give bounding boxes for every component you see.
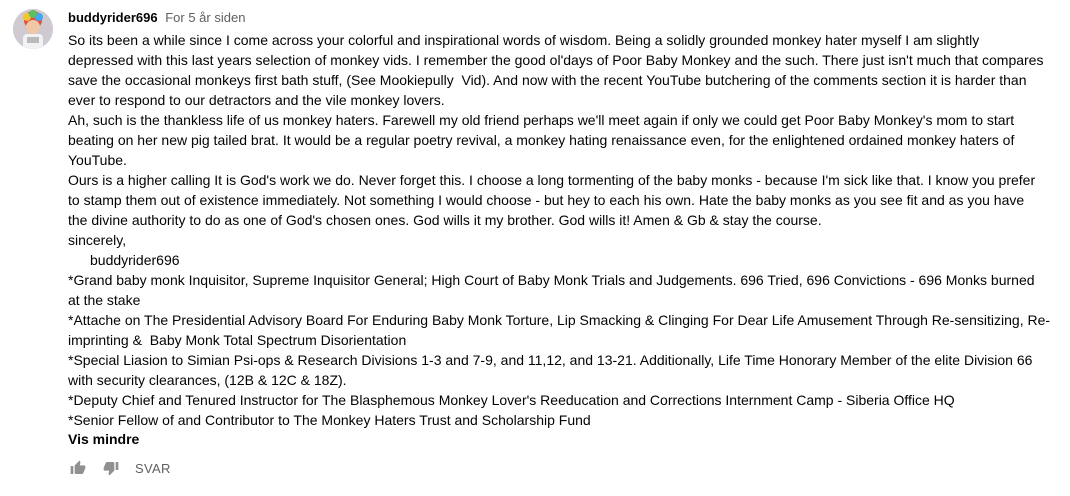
comment-body-line: depressed with this last years selection… <box>68 52 1044 68</box>
comment-body-line: *Senior Fellow of and Contributor to The… <box>68 412 591 428</box>
avatar[interactable] <box>13 9 53 49</box>
comment-body-line: *Attache on The Presidential Advisory Bo… <box>68 312 1051 328</box>
comment-body-line: *Deputy Chief and Tenured Instructor for… <box>68 392 955 408</box>
comment-body-line: save the occasional monkeys first bath s… <box>68 72 1027 88</box>
comment-timestamp[interactable]: For 5 år siden <box>165 10 245 25</box>
comment-actions: SVAR <box>68 456 171 480</box>
like-button[interactable] <box>68 458 88 478</box>
comment-body-line: to stamp them out of existence immediate… <box>68 192 1025 208</box>
comment-body-line: Ours is a higher calling It is God's wor… <box>68 172 1036 188</box>
show-less-button[interactable]: Vis mindre <box>68 430 1058 448</box>
comment-body-line: Ah, such is the thankless life of us mon… <box>68 112 1015 128</box>
comment-body-line: with security clearances, (12B & 12C & 1… <box>68 372 347 388</box>
comment-body-line: sincerely, <box>68 232 127 248</box>
comment: buddyrider696 For 5 år siden So its been… <box>68 8 1058 448</box>
reply-button[interactable]: SVAR <box>135 461 171 476</box>
dislike-button[interactable] <box>101 458 121 478</box>
thumbs-up-icon <box>70 460 86 474</box>
thumbs-down-icon <box>103 462 119 476</box>
comment-header: buddyrider696 For 5 år siden <box>68 8 1058 28</box>
comment-body-line: So its been a while since I come across … <box>68 32 980 48</box>
comment-body-line: YouTube. <box>68 152 127 168</box>
comment-body-line: *Grand baby monk Inquisitor, Supreme Inq… <box>68 272 1035 288</box>
comment-body-line: beating on her new pig tailed brat. It w… <box>68 132 1015 148</box>
avatar-image <box>13 9 53 49</box>
comment-author[interactable]: buddyrider696 <box>68 10 158 25</box>
comment-body-line: at the stake <box>68 292 141 308</box>
comment-body: So its been a while since I come across … <box>68 30 1058 430</box>
comment-body-line: imprinting & Baby Monk Total Spectrum Di… <box>68 332 407 348</box>
comment-body-line: buddyrider696 <box>90 252 180 268</box>
comment-body-line: *Special Liasion to Simian Psi-ops & Res… <box>68 352 1033 368</box>
comment-body-line: the divine authority to do as one of God… <box>68 212 822 228</box>
comment-body-line: ever to respond to our detractors and th… <box>68 92 445 108</box>
